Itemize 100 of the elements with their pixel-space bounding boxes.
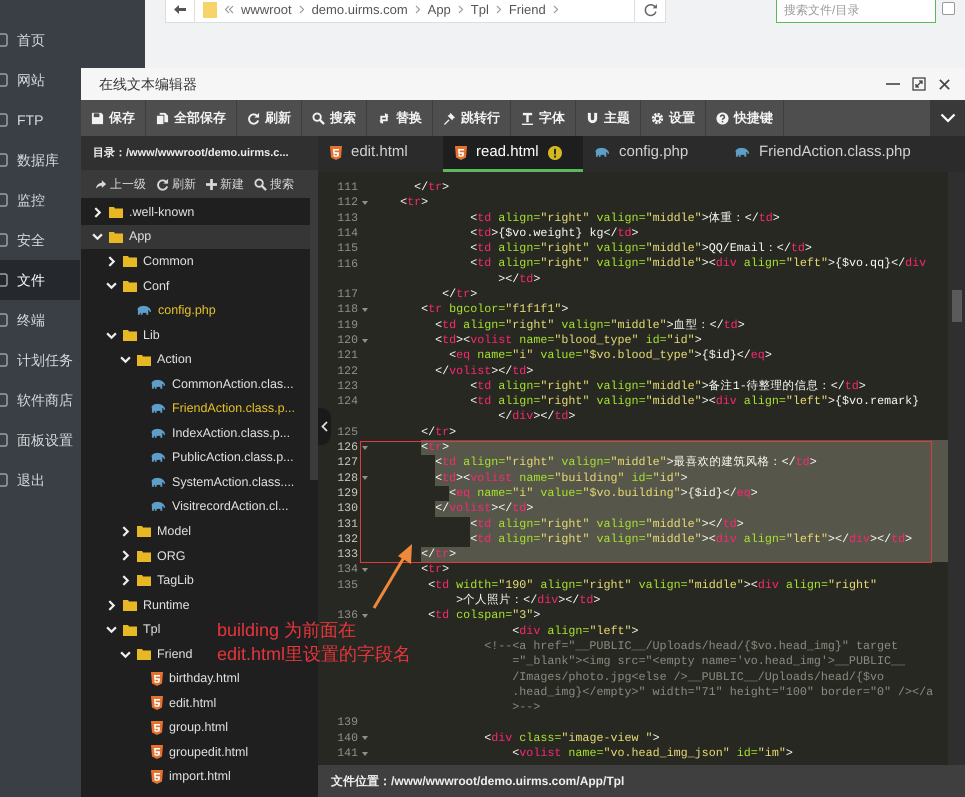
code-line: /Images/photo.jpg<else />__PUBLIC__/Uploads/head/{$vo: [512, 670, 884, 685]
tree-item[interactable]: birthday.html: [81, 666, 248, 691]
shield-icon: [151, 770, 163, 784]
code-line: <tr>: [400, 195, 428, 211]
shield-icon: [151, 672, 163, 686]
tree-item[interactable]: groupedit.html: [81, 740, 256, 765]
gear-icon: [651, 112, 664, 124]
shield-icon: [330, 146, 342, 160]
close-button[interactable]: [938, 78, 951, 90]
shield-icon: [151, 745, 163, 760]
elephant-icon: [151, 452, 166, 464]
chevron-right-icon: [92, 206, 102, 218]
folder-icon: [203, 2, 217, 18]
code-line: <td colspan="3">: [428, 608, 540, 624]
tree-item[interactable]: IndexAction.class.p...: [81, 420, 298, 446]
code-line: <td align="right" valign="middle">体重：</td>: [470, 210, 780, 226]
tree-action-button[interactable]: 刷新: [156, 175, 196, 193]
code-line: <volist name="vo.head_img_json" id="im">: [512, 746, 793, 762]
tree-item[interactable]: Lib: [81, 322, 168, 348]
tree-item[interactable]: Action: [81, 347, 200, 372]
tree-item[interactable]: import.html: [81, 764, 239, 790]
code-line: <tr bgcolor="f1f1f1">: [421, 302, 568, 318]
sidebar-item[interactable]: 面板设置: [0, 420, 80, 460]
warning-icon: [548, 146, 562, 160]
sidebar-item[interactable]: 安全: [0, 220, 80, 260]
sidebar-item[interactable]: 首页: [0, 20, 80, 60]
code-line: ="_blank"><img src="<empty name='vo.head_img'>__PUBLIC__: [512, 654, 906, 670]
chevron-down-icon: [120, 354, 130, 366]
breadcrumb-link[interactable]: wwwroot: [241, 0, 292, 20]
elephant-icon: [151, 403, 166, 414]
line-number: 135: [336, 578, 358, 594]
sidebar-item[interactable]: FTP: [0, 100, 80, 140]
chevron-right-icon: [496, 5, 502, 14]
line-number: 134: [336, 562, 358, 578]
collapse-button[interactable]: [318, 408, 331, 445]
code-line: </tr>: [442, 287, 478, 302]
tree-item[interactable]: Model: [81, 519, 200, 544]
line-number: 127: [336, 455, 358, 472]
sidebar-item[interactable]: 软件商店: [0, 380, 80, 420]
code-line: <td>{$vo.weight} kg</td>: [470, 226, 639, 242]
breadcrumb-link[interactable]: Friend: [508, 0, 546, 20]
sidebar-item[interactable]: 数据库: [0, 140, 80, 180]
tree-item[interactable]: App: [81, 224, 310, 250]
sidebar-item[interactable]: 监控: [0, 180, 80, 220]
minimize-button[interactable]: [886, 83, 900, 85]
folder-icon: [123, 329, 137, 341]
folder-icon: [137, 525, 151, 538]
file-location: 文件位置：/www/wwwroot/demo.uirms.com/App/Tpl: [318, 765, 965, 797]
code-line: ></td>: [498, 272, 540, 288]
line-number: 132: [336, 532, 358, 548]
tree-item[interactable]: config.php: [81, 298, 224, 323]
line-number: 129: [336, 486, 358, 502]
breadcrumb-link[interactable]: demo.uirms.com: [312, 0, 408, 20]
editor-tab[interactable]: read.html: [443, 136, 583, 172]
back-button[interactable]: [165, 0, 195, 23]
tree-item[interactable]: Tpl: [81, 617, 168, 642]
sidebar-item[interactable]: 退出: [0, 460, 80, 500]
tree-item[interactable]: Runtime: [81, 592, 198, 618]
minimize-icon: [886, 83, 900, 85]
sidebar-item[interactable]: 计划任务: [0, 340, 80, 380]
sidebar-item[interactable]: 网站: [0, 60, 80, 100]
tree-item[interactable]: FriendAction.class.p...: [81, 396, 303, 421]
tree-item[interactable]: Common: [81, 249, 202, 274]
folder-icon: [123, 624, 137, 636]
search-field[interactable]: 搜索文件/目录: [776, 0, 936, 23]
breadcrumb-link[interactable]: Tpl: [470, 0, 489, 20]
tree-item[interactable]: .well-known: [81, 200, 202, 225]
line-number: 122: [336, 364, 358, 380]
tree-item[interactable]: SystemAction.class....: [81, 470, 302, 495]
folder-icon: [137, 550, 151, 562]
line-number: 124: [336, 394, 358, 410]
code-line: <td><volist name="blood_type" id="id">: [435, 332, 702, 348]
tree-item[interactable]: group.html: [81, 715, 236, 740]
sidebar-item[interactable]: 终端: [0, 300, 80, 340]
tree-action-button[interactable]: 搜索: [254, 175, 294, 193]
tree-item[interactable]: CommonAction.clas...: [81, 372, 302, 396]
tree-item[interactable]: TagLib: [81, 568, 202, 593]
tree-item[interactable]: Conf: [81, 274, 178, 298]
chevron-right-icon: [414, 5, 421, 14]
tree-item[interactable]: edit.html: [81, 690, 224, 716]
tree-action-button[interactable]: 新建: [206, 175, 244, 193]
folder-icon: [123, 280, 137, 292]
folder-icon: [109, 230, 123, 243]
refresh-button[interactable]: [635, 0, 666, 23]
code-line: >个人照片：</div></td>: [456, 593, 600, 608]
breadcrumb-link[interactable]: App: [428, 0, 451, 20]
expand-button[interactable]: [930, 100, 965, 136]
chevron-left-icon: [321, 421, 328, 432]
checkbox[interactable]: [942, 2, 955, 15]
maximize-button[interactable]: [912, 77, 926, 91]
tree-item[interactable]: ORG: [81, 544, 194, 568]
sidebar-item[interactable]: 文件: [0, 260, 80, 300]
tree-action-button[interactable]: 上一级: [95, 175, 146, 193]
share-arrow-icon: [95, 178, 107, 190]
tree-item[interactable]: VisitrecordAction.cl...: [81, 494, 296, 520]
search-icon: [254, 178, 267, 190]
tree-item[interactable]: PublicAction.class.p...: [81, 445, 302, 470]
elephant-icon: [151, 428, 166, 439]
maximize-icon: [912, 77, 926, 91]
tree-item[interactable]: Friend: [81, 642, 200, 666]
